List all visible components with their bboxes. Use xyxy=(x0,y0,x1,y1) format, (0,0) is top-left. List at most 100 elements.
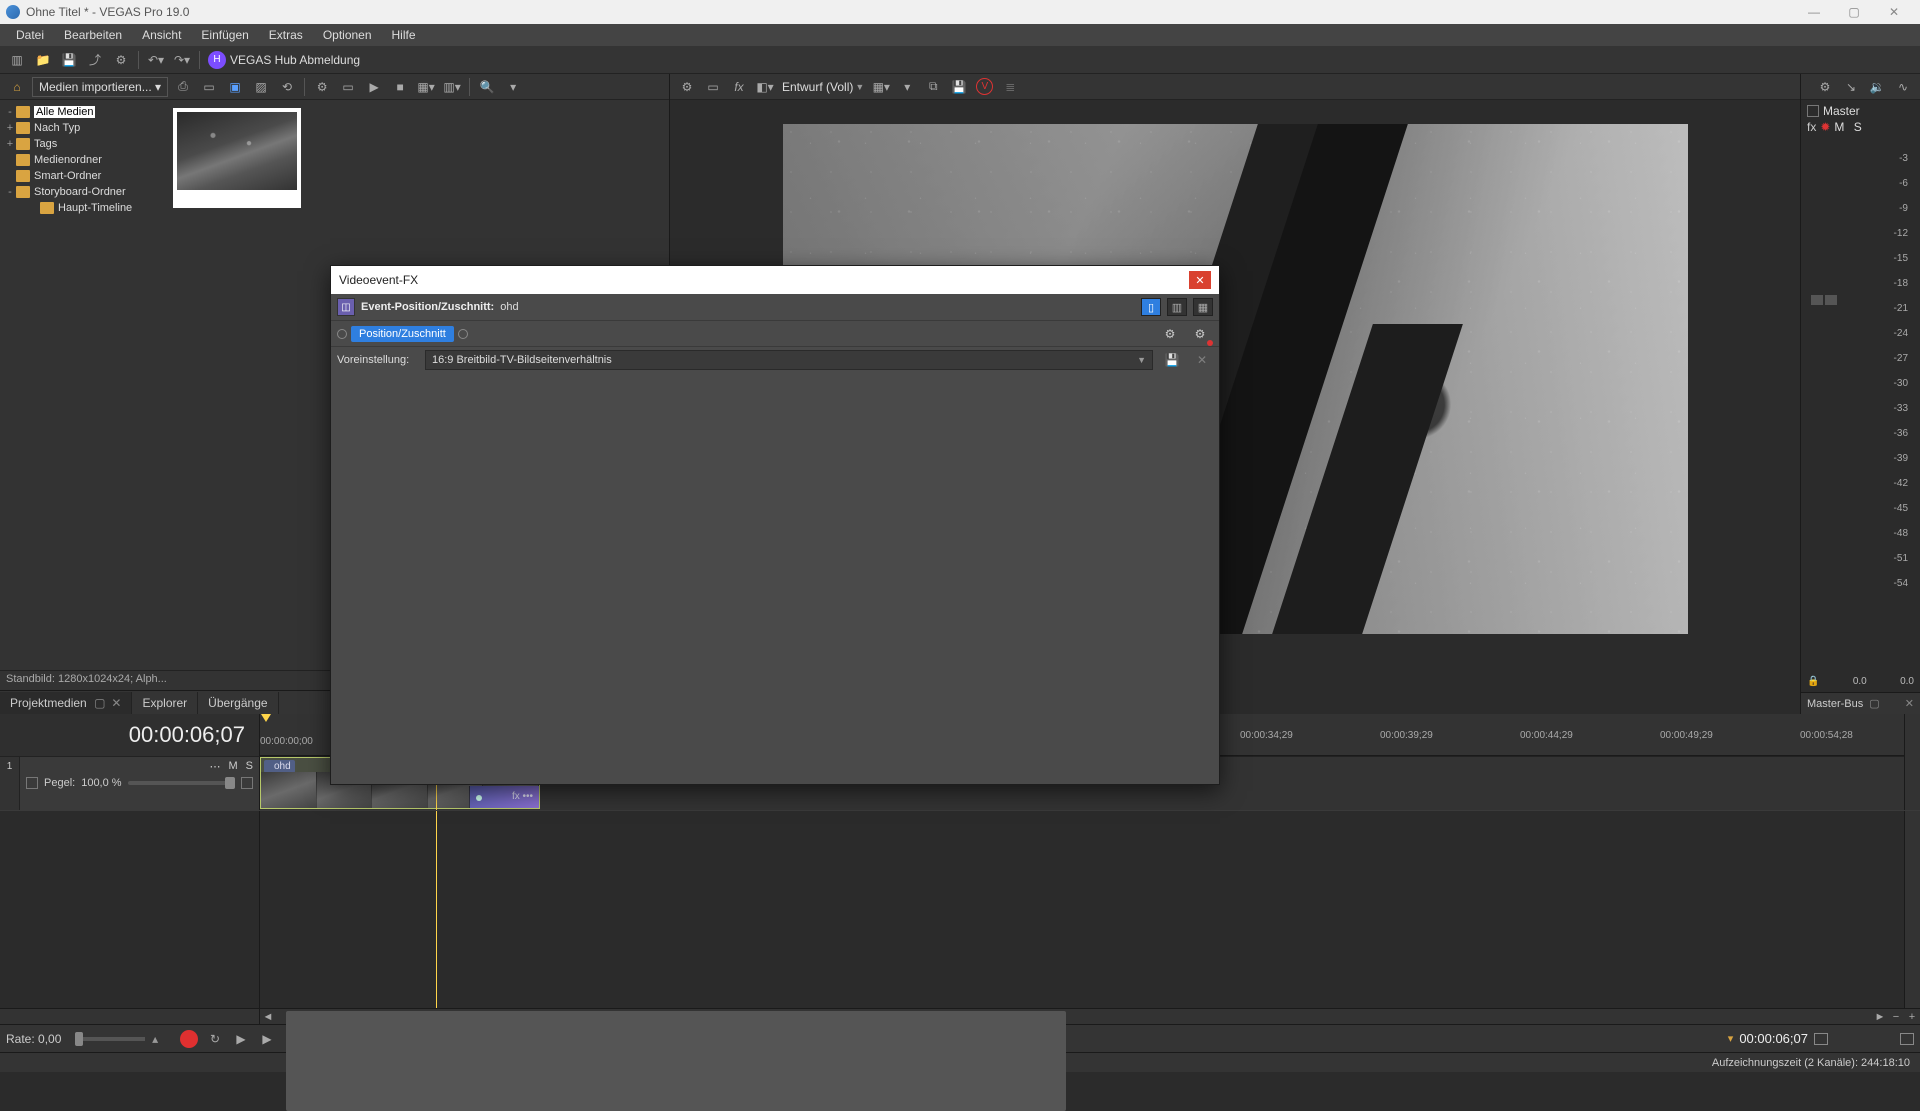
tab-explorer[interactable]: Explorer xyxy=(132,692,198,714)
menu-extras[interactable]: Extras xyxy=(259,25,313,45)
media-get-button[interactable]: ▭ xyxy=(198,76,220,98)
rate-slider[interactable] xyxy=(75,1037,145,1041)
track-automation-box[interactable] xyxy=(241,777,253,789)
media-view-button[interactable]: ▦▾ xyxy=(415,76,437,98)
tab-projektmedien[interactable]: Projektmedien ▢✕ xyxy=(0,692,132,714)
media-remove-button[interactable]: ▨ xyxy=(250,76,272,98)
pan-crop-badge-icon[interactable]: ◫ xyxy=(337,298,355,316)
tab-max-icon[interactable]: ▢ xyxy=(94,696,105,710)
media-stop-button[interactable]: ■ xyxy=(389,76,411,98)
tab-close-icon[interactable]: ✕ xyxy=(1905,697,1914,710)
master-props-button[interactable]: ⚙ xyxy=(1814,76,1836,98)
preview-overlay2-button[interactable]: ▾ xyxy=(896,76,918,98)
tc-display-box2-icon[interactable] xyxy=(1900,1033,1914,1045)
track-more-icon[interactable]: ⋯ xyxy=(209,760,220,773)
timeline-hscroll[interactable]: ◄ ► − + xyxy=(0,1008,1920,1024)
track-fx-box[interactable] xyxy=(26,777,38,789)
media-thumbnail[interactable] xyxy=(173,108,301,208)
preview-overlay-button[interactable]: ▦▾ xyxy=(870,76,892,98)
zoom-in-button[interactable]: + xyxy=(1904,1009,1920,1025)
master-checkbox[interactable] xyxy=(1807,105,1819,117)
menu-bearbeiten[interactable]: Bearbeiten xyxy=(54,25,132,45)
playhead-marker-icon[interactable] xyxy=(261,714,271,722)
master-gear-icon[interactable]: ✹ xyxy=(1820,120,1830,134)
master-dim-button[interactable]: ↘ xyxy=(1840,76,1862,98)
properties-button[interactable]: ⚙ xyxy=(110,49,132,71)
preview-split-button[interactable]: ◧▾ xyxy=(754,76,776,98)
maximize-button[interactable]: ▢ xyxy=(1834,0,1874,24)
scroll-thumb[interactable] xyxy=(286,1011,1066,1111)
timeline-vscroll[interactable] xyxy=(1904,714,1920,756)
track-solo-button[interactable]: S xyxy=(246,760,253,773)
tree-item-tags[interactable]: +Tags xyxy=(0,136,165,152)
timeline-vscroll[interactable] xyxy=(1904,756,1920,810)
preview-quality-dropdown[interactable]: Entwurf (Voll)▼ xyxy=(782,80,864,94)
media-tree[interactable]: -Alle Medien +Nach Typ +Tags Medienordne… xyxy=(0,100,165,670)
zoom-out-button[interactable]: − xyxy=(1888,1009,1904,1025)
open-button[interactable]: 📁 xyxy=(32,49,54,71)
media-fx-button[interactable]: ▭ xyxy=(337,76,359,98)
master-solo-button[interactable]: S xyxy=(1854,120,1865,134)
timeline-timecode[interactable]: 00:00:06;07 xyxy=(0,714,260,756)
tab-max-icon[interactable]: ▢ xyxy=(1869,697,1879,710)
media-search-button[interactable]: 🔍 xyxy=(476,76,498,98)
media-view2-button[interactable]: ▥▾ xyxy=(441,76,463,98)
master-mute-button[interactable]: M xyxy=(1834,120,1847,134)
tab-close-icon[interactable]: ✕ xyxy=(111,696,121,710)
tree-item-nach-typ[interactable]: +Nach Typ xyxy=(0,120,165,136)
loop-button[interactable]: ↻ xyxy=(204,1028,226,1050)
new-project-button[interactable]: ▥ xyxy=(6,49,28,71)
transport-timecode[interactable]: 00:00:06;07 xyxy=(1739,1031,1808,1046)
dialog-close-button[interactable]: ✕ xyxy=(1189,271,1211,289)
master-mixer-button[interactable]: ∿ xyxy=(1892,76,1914,98)
media-play-button[interactable]: ▶ xyxy=(363,76,385,98)
master-bus-tab[interactable]: Master-Bus ▢ ✕ xyxy=(1801,692,1920,714)
menu-hilfe[interactable]: Hilfe xyxy=(382,25,426,45)
preset-dropdown[interactable]: 16:9 Breitbild-TV-Bildseitenverhältnis▼ xyxy=(425,350,1153,370)
tc-display-box-icon[interactable] xyxy=(1814,1033,1828,1045)
media-props-button[interactable]: ⚙ xyxy=(311,76,333,98)
tree-item-alle-medien[interactable]: -Alle Medien xyxy=(0,104,165,120)
track-header[interactable]: 1 ⋯ M S Pegel: 100,0 % xyxy=(0,756,260,810)
save-button[interactable]: 💾 xyxy=(58,49,80,71)
fx-chip-position-zuschnitt[interactable]: Position/Zuschnitt xyxy=(351,326,454,342)
media-cleanup-button[interactable]: ⟲ xyxy=(276,76,298,98)
media-home-icon[interactable]: ⌂ xyxy=(6,76,28,98)
minimize-button[interactable]: — xyxy=(1794,0,1834,24)
video-event-fx-dialog[interactable]: Videoevent-FX ✕ ◫ Event-Position/Zuschni… xyxy=(330,265,1220,785)
preview-save-button[interactable]: 💾 xyxy=(948,76,970,98)
fx-remove-button[interactable]: ⚙ xyxy=(1189,323,1211,345)
master-down-button[interactable]: 🔉 xyxy=(1866,76,1888,98)
timeline-empty-area[interactable] xyxy=(260,811,1904,1008)
tab-uebergaenge[interactable]: Übergänge xyxy=(198,692,278,714)
playhead-line[interactable] xyxy=(436,811,437,1008)
preview-v-badge-icon[interactable]: V xyxy=(976,78,993,95)
lock-icon[interactable]: 🔒 xyxy=(1807,676,1819,687)
clip-fx-handle[interactable]: fx ••• xyxy=(469,786,539,809)
play-start-button[interactable]: ▶ xyxy=(230,1028,252,1050)
preview-bars-icon[interactable]: ≣ xyxy=(999,76,1021,98)
menu-einfuegen[interactable]: Einfügen xyxy=(191,25,258,45)
undo-button[interactable]: ↶▾ xyxy=(145,49,167,71)
menu-optionen[interactable]: Optionen xyxy=(313,25,382,45)
tree-item-storyboard[interactable]: -Storyboard-Ordner xyxy=(0,184,165,200)
close-button[interactable]: ✕ xyxy=(1874,0,1914,24)
scroll-right-button[interactable]: ► xyxy=(1872,1009,1888,1025)
redo-button[interactable]: ↷▾ xyxy=(171,49,193,71)
preview-ext-button[interactable]: ▭ xyxy=(702,76,724,98)
fx-view1-button[interactable]: ▯ xyxy=(1141,298,1161,316)
render-button[interactable]: ⤴ xyxy=(84,49,106,71)
preset-save-button[interactable]: 💾 xyxy=(1163,351,1181,369)
preset-delete-button[interactable]: ✕ xyxy=(1193,351,1211,369)
tree-item-haupt-timeline[interactable]: Haupt-Timeline xyxy=(0,200,165,216)
preview-props-button[interactable]: ⚙ xyxy=(676,76,698,98)
import-media-button[interactable]: Medien importieren... ▾ xyxy=(32,77,168,97)
preview-fx-button[interactable]: fx xyxy=(728,76,750,98)
scroll-left-button[interactable]: ◄ xyxy=(260,1009,276,1025)
media-add-button[interactable]: ▣ xyxy=(224,76,246,98)
tree-item-medienordner[interactable]: Medienordner xyxy=(0,152,165,168)
master-fx-button[interactable]: fx xyxy=(1807,120,1816,134)
menu-ansicht[interactable]: Ansicht xyxy=(132,25,191,45)
fx-view3-button[interactable]: ▦ xyxy=(1193,298,1213,316)
fx-view2-button[interactable]: ▥ xyxy=(1167,298,1187,316)
